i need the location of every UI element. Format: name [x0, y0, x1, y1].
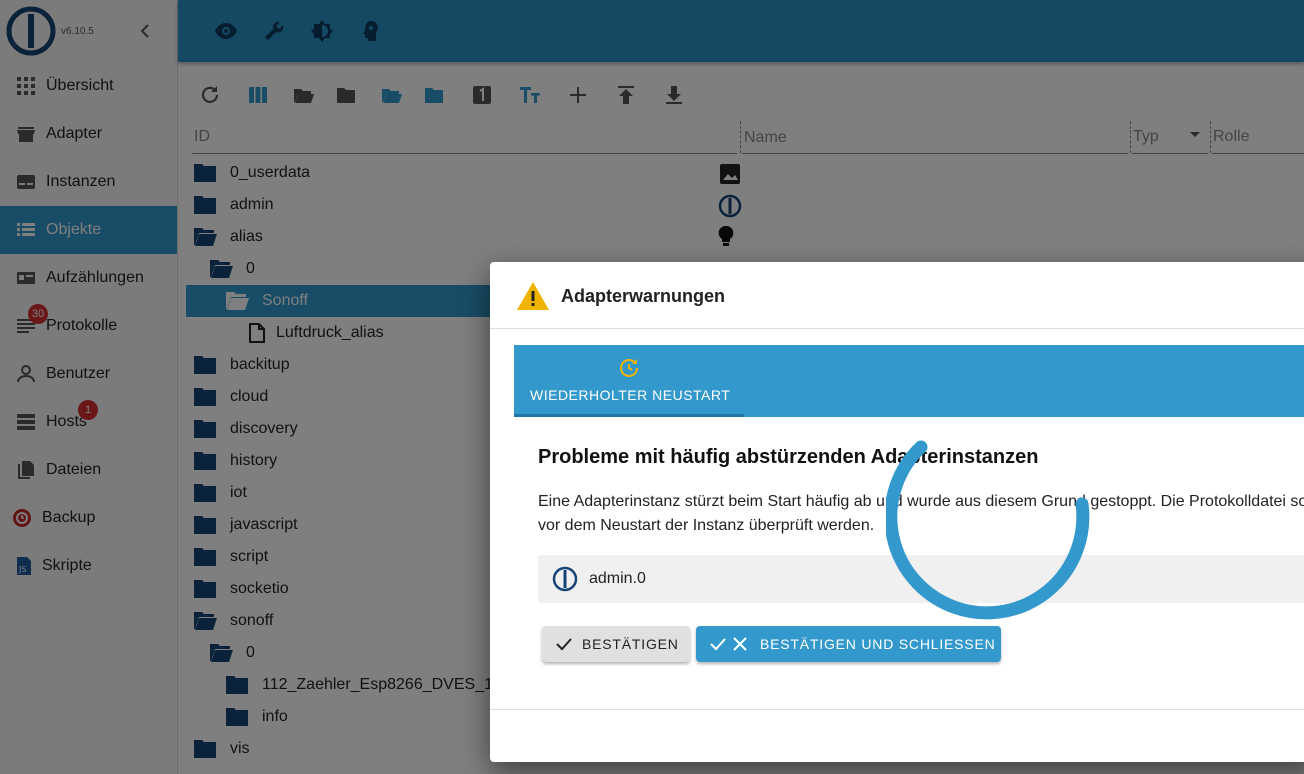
- divider: [490, 709, 1304, 710]
- confirm-button[interactable]: BESTÄTIGEN: [542, 626, 690, 662]
- instance-name: admin.0: [589, 570, 646, 587]
- check-icon: [710, 638, 726, 651]
- confirm-and-close-button[interactable]: BESTÄTIGEN UND SCHLIESSEN: [696, 626, 1001, 662]
- confirm-and-close-label: BESTÄTIGEN UND SCHLIESSEN: [760, 636, 996, 652]
- tab-indicator: [514, 414, 744, 417]
- tab-label: WIEDERHOLTER NEUSTART: [530, 387, 731, 403]
- admin-logo-icon: [552, 566, 578, 592]
- restart-clock-icon: [620, 359, 638, 377]
- warning-icon: [517, 282, 549, 310]
- loading-spinner-icon: [886, 440, 1090, 620]
- dialog-title: Adapterwarnungen: [561, 286, 726, 306]
- check-icon: [556, 638, 572, 651]
- close-icon: [733, 637, 747, 651]
- tab-restart-loop[interactable]: WIEDERHOLTER NEUSTART: [514, 345, 744, 417]
- confirm-button-label: BESTÄTIGEN: [582, 636, 679, 652]
- warning-tabs: WIEDERHOLTER NEUSTART: [514, 345, 1304, 417]
- divider: [490, 328, 1304, 329]
